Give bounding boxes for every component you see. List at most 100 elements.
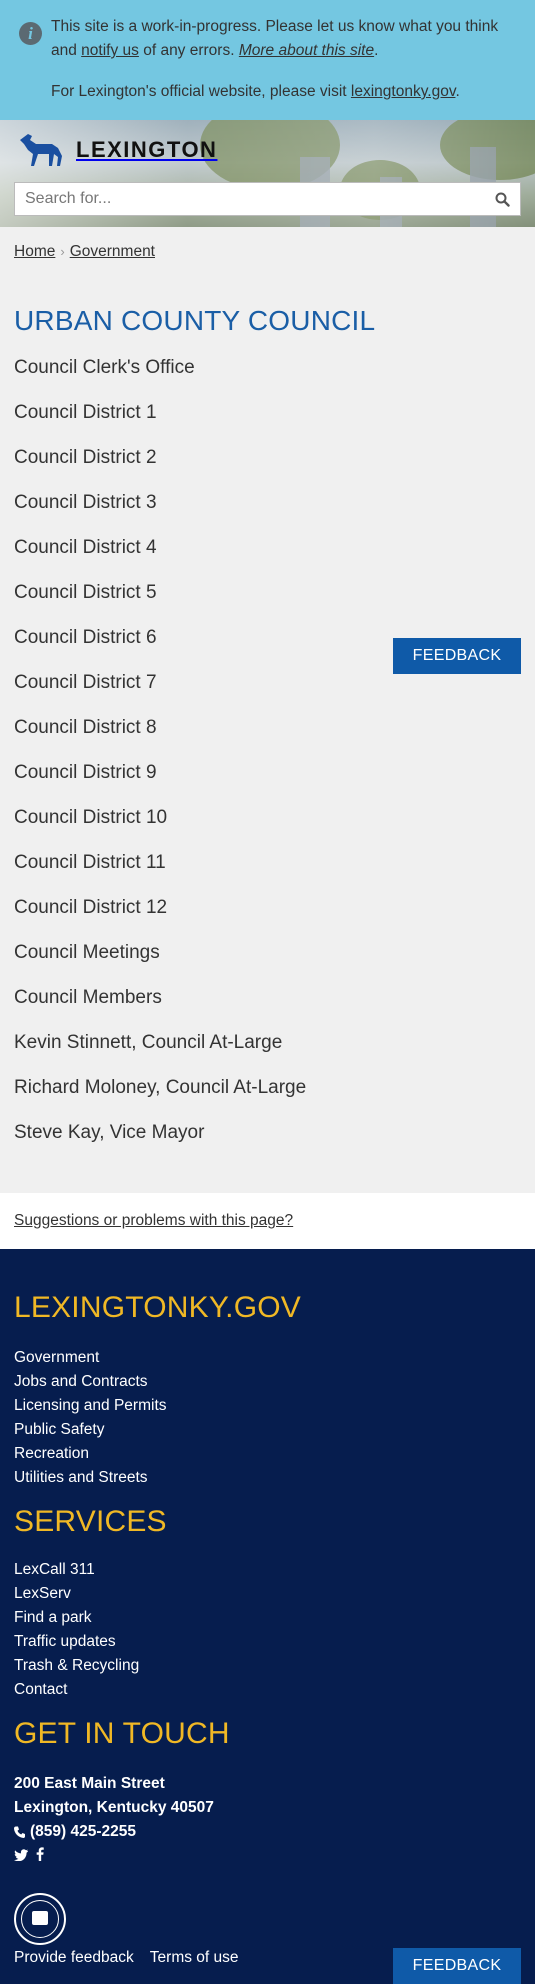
council-link[interactable]: Council District 3	[14, 492, 157, 513]
facebook-icon[interactable]	[36, 1847, 44, 1866]
footer-bottom-links: Provide feedback Terms of use	[14, 1949, 239, 1967]
footer-contact-heading: GET IN TOUCH	[14, 1717, 230, 1750]
list-item: Council District 7	[14, 672, 306, 717]
council-link[interactable]: Council District 7	[14, 672, 157, 693]
footer-link[interactable]: Jobs and Contracts	[14, 1373, 148, 1390]
list-item: Council Meetings	[14, 942, 306, 987]
council-link[interactable]: Council District 10	[14, 807, 167, 828]
council-link[interactable]: Council District 9	[14, 762, 157, 783]
list-item: Steve Kay, Vice Mayor	[14, 1122, 306, 1167]
logo-wordmark: LEXINGTON	[76, 137, 218, 162]
council-link[interactable]: Council District 6	[14, 627, 157, 648]
city-seal-icon	[14, 1893, 66, 1945]
banner-message: This site is a work-in-progress. Please …	[51, 18, 499, 59]
provide-feedback-link[interactable]: Provide feedback	[14, 1949, 134, 1967]
list-item: Council District 11	[14, 852, 306, 897]
notify-us-link[interactable]: notify us	[81, 42, 139, 59]
footer-link[interactable]: Contact	[14, 1681, 67, 1698]
footer-site-links: Government Jobs and Contracts Licensing …	[14, 1349, 167, 1493]
list-item: Council District 10	[14, 807, 306, 852]
council-link[interactable]: Council District 5	[14, 582, 157, 603]
feedback-button-bottom[interactable]: FEEDBACK	[393, 1948, 521, 1984]
list-item: Council District 3	[14, 492, 306, 537]
site-header: LEXINGTON	[0, 120, 535, 227]
site-banner: i This site is a work-in-progress. Pleas…	[0, 0, 535, 120]
council-link-list: Council Clerk's Office Council District …	[14, 357, 306, 1167]
list-item: Jobs and Contracts	[14, 1373, 167, 1397]
breadcrumb-government[interactable]: Government	[70, 243, 155, 260]
list-item: Contact	[14, 1681, 139, 1705]
terms-of-use-link[interactable]: Terms of use	[150, 1949, 239, 1967]
list-item: Find a park	[14, 1609, 139, 1633]
council-link[interactable]: Council District 12	[14, 897, 167, 918]
council-link[interactable]: Council District 11	[14, 852, 166, 873]
council-link[interactable]: Council District 2	[14, 447, 157, 468]
horse-logo-icon	[20, 134, 62, 166]
council-link[interactable]: Council Clerk's Office	[14, 357, 195, 378]
list-item: Council District 1	[14, 402, 306, 447]
site-logo[interactable]: LEXINGTON	[14, 130, 217, 170]
suggestions-link[interactable]: Suggestions or problems with this page?	[14, 1212, 293, 1230]
council-link[interactable]: Kevin Stinnett, Council At-Large	[14, 1032, 282, 1053]
twitter-icon[interactable]	[14, 1848, 28, 1866]
footer-link[interactable]: Find a park	[14, 1609, 92, 1626]
list-item: Recreation	[14, 1445, 167, 1469]
list-item: Council District 8	[14, 717, 306, 762]
list-item: Richard Moloney, Council At-Large	[14, 1077, 306, 1122]
footer-link[interactable]: LexCall 311	[14, 1561, 95, 1578]
list-item: Council District 5	[14, 582, 306, 627]
list-item: Council Members	[14, 987, 306, 1032]
list-item: Council District 9	[14, 762, 306, 807]
breadcrumb: Home › Government	[14, 243, 155, 261]
list-item: Public Safety	[14, 1421, 167, 1445]
footer-link[interactable]: Utilities and Streets	[14, 1469, 148, 1486]
phone-icon	[14, 1826, 25, 1838]
address-line-1: 200 East Main Street	[14, 1775, 165, 1792]
list-item: LexCall 311	[14, 1561, 139, 1585]
footer-link[interactable]: LexServ	[14, 1585, 71, 1602]
social-links	[14, 1847, 44, 1866]
council-link[interactable]: Council Members	[14, 987, 162, 1008]
list-item: Council District 6	[14, 627, 306, 672]
footer-link[interactable]: Recreation	[14, 1445, 89, 1462]
footer-link[interactable]: Public Safety	[14, 1421, 104, 1438]
chevron-right-icon: ›	[60, 244, 65, 259]
footer-services-heading: SERVICES	[14, 1505, 167, 1538]
feedback-button[interactable]: FEEDBACK	[393, 638, 521, 674]
official-site-link[interactable]: lexingtonky.gov	[351, 83, 456, 100]
list-item: Council District 12	[14, 897, 306, 942]
list-item: Licensing and Permits	[14, 1397, 167, 1421]
main-content: Home › Government URBAN COUNTY COUNCIL Cou…	[0, 227, 535, 1193]
search-icon[interactable]	[484, 183, 520, 215]
list-item: Council District 4	[14, 537, 306, 582]
phone-link[interactable]: (859) 425-2255	[14, 1823, 136, 1841]
council-link[interactable]: Council Meetings	[14, 942, 160, 963]
list-item: Traffic updates	[14, 1633, 139, 1657]
council-link[interactable]: Council District 1	[14, 402, 157, 423]
council-link[interactable]: Council District 4	[14, 537, 157, 558]
banner-official-site: For Lexington's official website, please…	[51, 83, 460, 100]
search-input[interactable]	[15, 183, 484, 215]
suggestions-bar: Suggestions or problems with this page?	[0, 1193, 535, 1249]
about-site-link[interactable]: More about this site	[239, 42, 374, 59]
list-item: Council District 2	[14, 447, 306, 492]
search-bar	[14, 182, 521, 216]
footer-site-heading: LEXINGTONKY.GOV	[14, 1291, 301, 1324]
breadcrumb-home[interactable]: Home	[14, 243, 55, 260]
list-item: Utilities and Streets	[14, 1469, 167, 1493]
footer-link[interactable]: Trash & Recycling	[14, 1657, 139, 1674]
council-link[interactable]: Council District 8	[14, 717, 157, 738]
footer-link[interactable]: Licensing and Permits	[14, 1397, 167, 1414]
phone-number: (859) 425-2255	[30, 1823, 136, 1840]
site-footer: LEXINGTONKY.GOV Government Jobs and Cont…	[0, 1249, 535, 1984]
council-link[interactable]: Steve Kay, Vice Mayor	[14, 1122, 204, 1143]
council-link[interactable]: Richard Moloney, Council At-Large	[14, 1077, 306, 1098]
list-item: Council Clerk's Office	[14, 357, 306, 402]
page-title: URBAN COUNTY COUNCIL	[14, 305, 376, 336]
list-item: Trash & Recycling	[14, 1657, 139, 1681]
footer-link[interactable]: Traffic updates	[14, 1633, 116, 1650]
list-item: Government	[14, 1349, 167, 1373]
list-item: LexServ	[14, 1585, 139, 1609]
address-line-2: Lexington, Kentucky 40507	[14, 1799, 214, 1816]
footer-link[interactable]: Government	[14, 1349, 99, 1366]
